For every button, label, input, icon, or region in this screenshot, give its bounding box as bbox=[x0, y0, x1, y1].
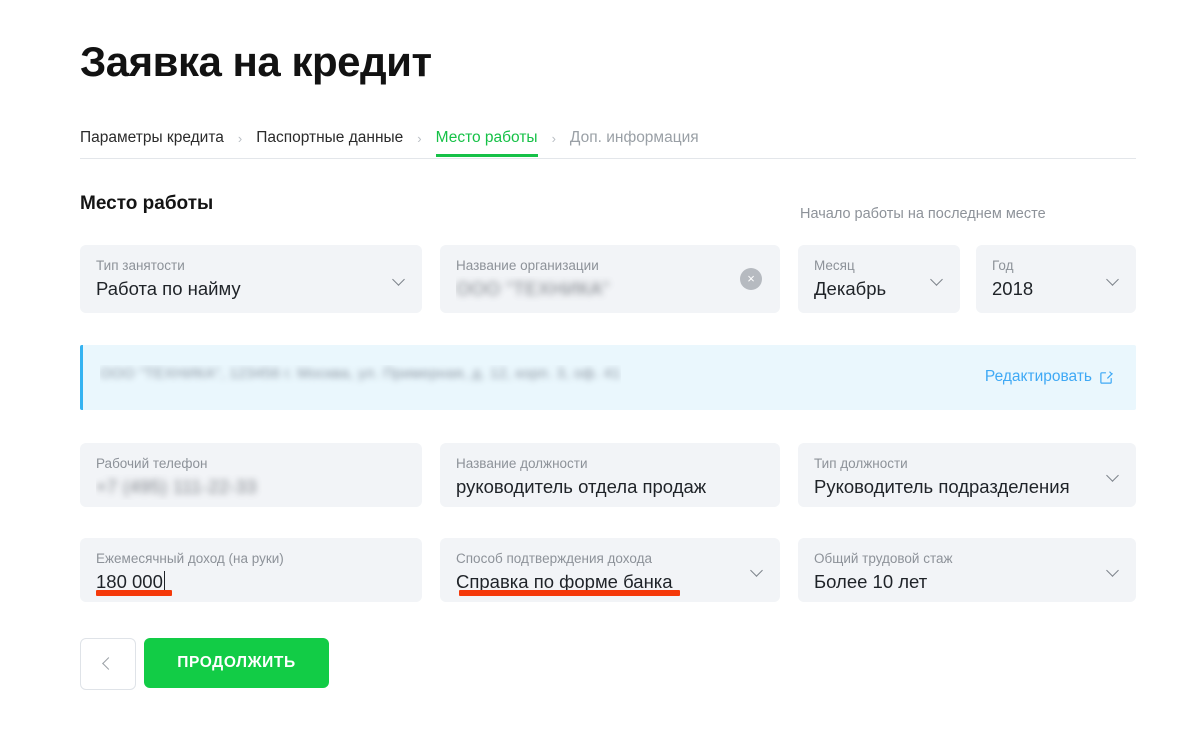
position-name-input[interactable]: Название должности руководитель отдела п… bbox=[440, 443, 780, 507]
start-month-label: Месяц bbox=[814, 258, 855, 273]
edit-address-label: Редактировать bbox=[984, 368, 1092, 385]
employment-type-select[interactable]: Тип занятости Работа по найму bbox=[80, 245, 422, 313]
organization-name-value: ООО "ТЕХНИКА" bbox=[456, 276, 764, 302]
start-month-select[interactable]: Месяц Декабрь bbox=[798, 245, 960, 313]
position-name-label: Название должности bbox=[456, 456, 588, 471]
position-type-select[interactable]: Тип должности Руководитель подразделения bbox=[798, 443, 1136, 507]
start-year-select[interactable]: Год 2018 bbox=[976, 245, 1136, 313]
income-proof-label: Способ подтверждения дохода bbox=[456, 551, 652, 566]
breadcrumb-separator: › bbox=[551, 131, 556, 146]
page-title: Заявка на кредит bbox=[80, 38, 432, 85]
employment-type-value: Работа по найму bbox=[96, 278, 241, 299]
work-phone-label: Рабочий телефон bbox=[96, 456, 208, 471]
address-info-banner: ООО "ТЕХНИКА", 123456 г. Москва, ул. При… bbox=[80, 345, 1136, 410]
start-date-group-caption: Начало работы на последнем месте bbox=[800, 206, 1046, 222]
breadcrumb-separator: › bbox=[237, 131, 243, 146]
credit-application-page: Заявка на кредит Параметры кредита › Пас… bbox=[0, 0, 1200, 737]
organization-name-label: Название организации bbox=[456, 258, 599, 273]
step-additional-info[interactable]: Доп. информация bbox=[570, 128, 699, 157]
organization-name-input[interactable]: Название организации ООО "ТЕХНИКА" × bbox=[440, 245, 780, 313]
monthly-income-text: 180 000 bbox=[96, 571, 163, 592]
address-banner-text: ООО "ТЕХНИКА", 123456 г. Москва, ул. При… bbox=[100, 365, 621, 387]
text-caret bbox=[163, 571, 166, 592]
annotation-underline-income-proof bbox=[459, 590, 680, 596]
position-name-value: руководитель отдела продаж bbox=[456, 476, 707, 497]
breadcrumb: Параметры кредита › Паспортные данные › … bbox=[80, 128, 1136, 160]
total-experience-label: Общий трудовой стаж bbox=[814, 551, 953, 566]
total-experience-value: Более 10 лет bbox=[814, 571, 928, 592]
position-type-value: Руководитель подразделения bbox=[814, 476, 1070, 497]
step-credit-parameters[interactable]: Параметры кредита bbox=[80, 128, 224, 157]
employment-type-label: Тип занятости bbox=[96, 258, 185, 273]
back-button[interactable] bbox=[80, 638, 136, 690]
work-phone-input[interactable]: Рабочий телефон +7 (495) 111-22-33 bbox=[80, 443, 422, 507]
step-passport-data[interactable]: Паспортные данные bbox=[256, 128, 403, 157]
start-year-value: 2018 bbox=[992, 278, 1034, 299]
monthly-income-label: Ежемесячный доход (на руки) bbox=[96, 551, 284, 566]
section-title: Место работы bbox=[80, 193, 214, 214]
work-phone-redacted-text: +7 (495) 111-22-33 bbox=[96, 477, 257, 497]
edit-square-icon bbox=[1099, 370, 1114, 385]
address-redacted-text: ООО "ТЕХНИКА", 123456 г. Москва, ул. При… bbox=[100, 366, 621, 382]
organization-name-redacted-text: ООО "ТЕХНИКА" bbox=[456, 278, 610, 299]
start-month-value: Декабрь bbox=[814, 278, 887, 299]
breadcrumb-separator: › bbox=[417, 131, 422, 146]
total-experience-select[interactable]: Общий трудовой стаж Более 10 лет bbox=[798, 538, 1136, 602]
continue-button[interactable]: ПРОДОЛЖИТЬ bbox=[144, 638, 329, 688]
annotation-underline-monthly-income bbox=[96, 590, 172, 596]
work-phone-value: +7 (495) 111-22-33 bbox=[96, 474, 406, 500]
clear-icon[interactable]: × bbox=[740, 268, 762, 290]
breadcrumb-divider bbox=[80, 158, 1136, 159]
start-year-label: Год bbox=[992, 258, 1014, 273]
edit-address-link[interactable]: Редактировать bbox=[985, 366, 1114, 388]
position-type-label: Тип должности bbox=[814, 456, 908, 471]
step-workplace[interactable]: Место работы bbox=[435, 128, 538, 157]
